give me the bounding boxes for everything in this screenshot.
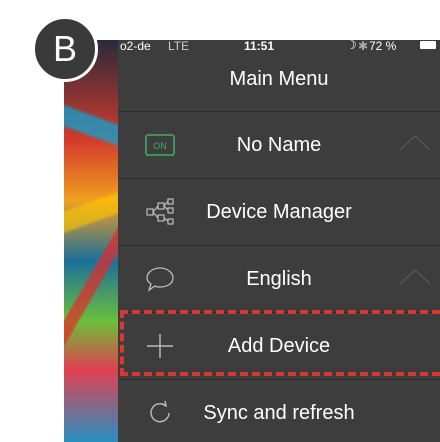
panel-label-badge: B xyxy=(32,16,98,82)
battery-icon xyxy=(420,41,436,49)
menu-item-label: No Name xyxy=(236,134,322,156)
menu-item-label: English xyxy=(246,268,312,290)
network-type: LTE xyxy=(168,40,190,53)
bluetooth-icon: ✱ xyxy=(358,40,369,53)
battery-percent: 72 % xyxy=(369,40,397,53)
menu-item-no-name[interactable]: ON No Name xyxy=(118,112,440,178)
wallpaper-background xyxy=(64,40,124,442)
menu-item-device-manager[interactable]: Device Manager xyxy=(118,179,440,245)
menu-item-label: Sync and refresh xyxy=(203,402,355,424)
menu-item-label: Device Manager xyxy=(206,201,352,223)
phone-screen: o2-de LTE 11:51 ☽ ✱ 72 % Main Menu ON No… xyxy=(64,40,440,442)
menu-item-language[interactable]: English xyxy=(118,246,440,312)
menu-item-sync-refresh[interactable]: Sync and refresh xyxy=(118,380,440,442)
chevron-up-icon[interactable] xyxy=(398,132,432,152)
status-time: 11:51 xyxy=(244,40,275,53)
moon-icon: ☽ xyxy=(346,40,357,52)
status-bar: o2-de LTE 11:51 ☽ ✱ 72 % xyxy=(64,40,440,54)
carrier-name: o2-de xyxy=(120,40,151,53)
main-menu-drawer: Main Menu ON No Name Device Manager Engl… xyxy=(118,40,440,442)
highlight-annotation-box xyxy=(120,310,440,376)
menu-title: Main Menu xyxy=(229,68,329,90)
chevron-up-icon[interactable] xyxy=(398,266,432,286)
